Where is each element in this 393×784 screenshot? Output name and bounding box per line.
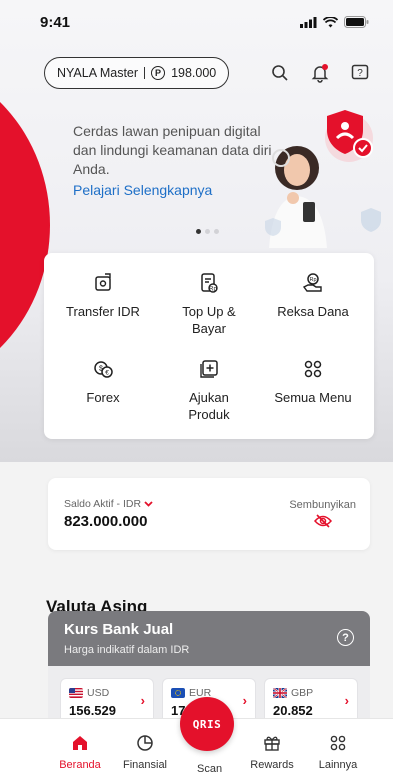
gift-icon xyxy=(262,733,282,753)
svg-text:Rp: Rp xyxy=(309,277,316,283)
currency-code: GBP xyxy=(291,687,314,699)
status-time: 9:41 xyxy=(40,13,71,31)
transfer-icon xyxy=(91,271,115,295)
currency-rate: 156.529 xyxy=(69,703,116,718)
help-icon[interactable]: ? xyxy=(349,62,371,84)
svg-text:Rp: Rp xyxy=(209,287,217,293)
nav-label: Scan xyxy=(197,763,223,775)
nav-label: Beranda xyxy=(59,759,101,771)
all-menu-icon xyxy=(301,357,325,381)
svg-text:?: ? xyxy=(357,68,363,79)
nav-label: Finansial xyxy=(122,759,168,771)
qris-scan-button[interactable]: QRIS xyxy=(180,697,234,751)
signal-icon xyxy=(300,16,317,28)
promo-illustration xyxy=(263,98,393,258)
menu-label: Ajukan Produk xyxy=(188,390,230,422)
decorative-red-arc xyxy=(0,60,50,390)
account-selector[interactable]: NYALA Master P 198.000 xyxy=(44,57,230,89)
svg-text:€: € xyxy=(105,370,109,377)
bottom-navigation: Beranda Finansial QRIS Scan Rewards Lain… xyxy=(0,697,393,784)
account-name: NYALA Master xyxy=(57,66,139,80)
topup-icon: Rp xyxy=(197,271,221,295)
chevron-down-icon xyxy=(144,501,153,507)
hide-balance-label[interactable]: Sembunyikan xyxy=(289,499,356,511)
exchange-rate-title: Kurs Bank Jual xyxy=(64,621,174,638)
menu-label: Semua Menu xyxy=(274,390,352,405)
header: NYALA Master P 198.000 ? xyxy=(44,56,371,90)
uk-flag-icon xyxy=(273,688,287,698)
currency-rate: 20.852 xyxy=(273,703,313,718)
menu-label: Top Up & Bayar xyxy=(182,304,236,336)
eu-flag-icon xyxy=(171,688,185,698)
nav-label: Lainnya xyxy=(318,759,358,771)
us-flag-icon xyxy=(69,688,83,698)
nav-beranda[interactable]: Beranda xyxy=(45,719,115,784)
points-icon: P xyxy=(151,66,166,80)
points-value: 198.000 xyxy=(171,66,217,80)
nav-finansial[interactable]: Finansial xyxy=(110,719,180,784)
menu-reksa-dana[interactable]: Rp Reksa Dana xyxy=(258,271,368,320)
learn-more-link[interactable]: Pelajari Selengkapnya xyxy=(73,182,212,198)
menu-ajukan-produk[interactable]: Ajukan Produk xyxy=(154,357,264,423)
chevron-right-icon: › xyxy=(140,693,145,708)
balance-value: 823.000.000 xyxy=(64,513,148,530)
menu-forex[interactable]: $ € Forex xyxy=(48,357,158,406)
status-icons xyxy=(300,16,369,28)
menu-top-up-bayar[interactable]: Rp Top Up & Bayar xyxy=(154,271,264,337)
nav-label: Rewards xyxy=(250,759,294,771)
chevron-right-icon: › xyxy=(242,693,247,708)
notification-bell-icon[interactable] xyxy=(309,62,331,84)
exchange-rate-subtitle: Harga indikatif dalam IDR xyxy=(64,644,190,656)
forex-icon: $ € xyxy=(91,357,115,381)
carousel-indicator[interactable] xyxy=(196,229,219,234)
help-circle-icon[interactable]: ? xyxy=(337,629,354,646)
promo-text: Cerdas lawan penipuan digital dan lindun… xyxy=(73,123,272,177)
home-icon xyxy=(70,733,90,753)
menu-semua-menu[interactable]: Semua Menu xyxy=(258,357,368,406)
eye-off-icon[interactable] xyxy=(313,514,333,528)
carousel-dot xyxy=(205,229,210,234)
nav-rewards[interactable]: Rewards xyxy=(237,719,307,784)
apply-product-icon xyxy=(197,357,221,381)
pie-chart-icon xyxy=(135,733,155,753)
menu-transfer-idr[interactable]: Transfer IDR xyxy=(48,271,158,320)
divider xyxy=(144,67,146,79)
quick-menu-card: Transfer IDR Rp Top Up & Bayar Rp Reksa … xyxy=(44,253,374,439)
balance-account-selector[interactable]: Saldo Aktif - IDR xyxy=(64,498,153,510)
battery-icon xyxy=(344,16,369,28)
exchange-rate-header: Kurs Bank Jual Harga indikatif dalam IDR… xyxy=(48,611,370,666)
status-bar: 9:41 xyxy=(0,0,393,44)
nav-lainnya[interactable]: Lainnya xyxy=(303,719,373,784)
carousel-dot-active xyxy=(196,229,201,234)
wifi-icon xyxy=(323,16,338,27)
carousel-dot xyxy=(214,229,219,234)
grid-icon xyxy=(328,733,348,753)
menu-label: Reksa Dana xyxy=(277,304,349,319)
qris-icon: QRIS xyxy=(192,717,222,731)
menu-label: Forex xyxy=(86,390,120,405)
search-icon[interactable] xyxy=(269,62,291,84)
mutual-fund-icon: Rp xyxy=(301,271,325,295)
menu-label: Transfer IDR xyxy=(66,304,140,319)
balance-label: Saldo Aktif - IDR xyxy=(64,498,142,510)
currency-code: USD xyxy=(87,687,110,699)
chevron-right-icon: › xyxy=(344,693,349,708)
balance-card: Saldo Aktif - IDR 823.000.000 Sembunyika… xyxy=(48,478,370,550)
